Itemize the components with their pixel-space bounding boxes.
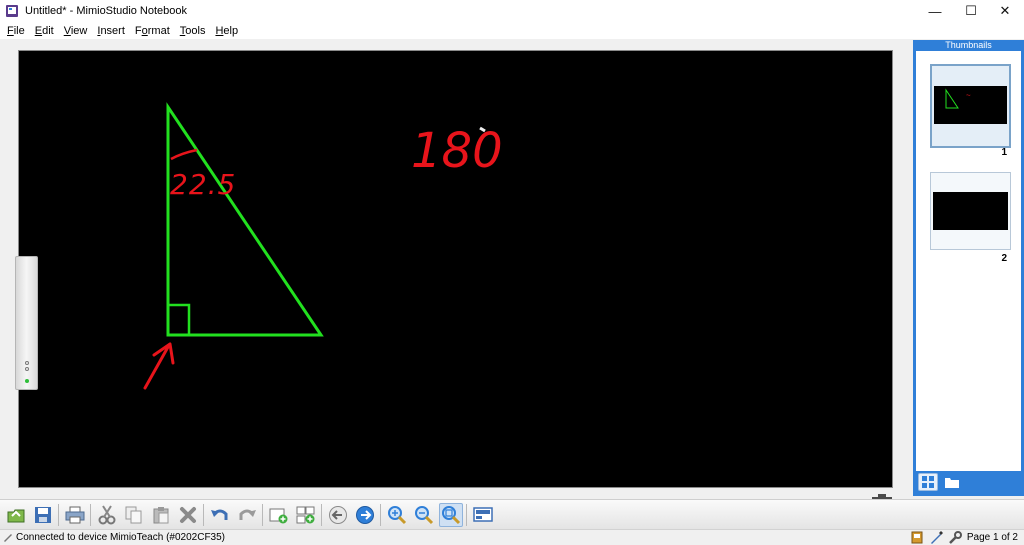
device-icon[interactable]: [910, 531, 924, 544]
folder-icon: [945, 477, 959, 488]
grid-icon: [922, 476, 934, 488]
triangle-shape[interactable]: [166, 102, 324, 337]
menu-file[interactable]: File: [2, 25, 30, 37]
close-button[interactable]: ✕: [988, 0, 1022, 22]
toolbar-separator: [262, 503, 263, 526]
maximize-button[interactable]: ☐: [954, 0, 988, 22]
thumbnail-number: 2: [1001, 253, 1007, 264]
title-bar: Untitled* - MimioStudio Notebook — ☐ ✕: [0, 0, 1024, 22]
angle-arc: [170, 148, 198, 161]
menu-tools[interactable]: Tools: [175, 25, 211, 37]
previous-page-icon: [328, 505, 347, 524]
app-icon: [6, 5, 18, 17]
toolbar-separator: [466, 503, 467, 526]
redo-icon: [239, 509, 256, 520]
connection-status: Connected to device MimioTeach (#0202CF3…: [16, 531, 225, 543]
menu-insert[interactable]: Insert: [92, 25, 130, 37]
notebook-canvas[interactable]: 22.5 180: [18, 50, 893, 488]
pen-status-icon: [4, 534, 12, 542]
print-icon: [65, 506, 84, 523]
menu-edit[interactable]: Edit: [30, 25, 59, 37]
pen-icon[interactable]: [929, 531, 943, 544]
toolbar-separator: [380, 503, 381, 526]
zoom-in-icon: [387, 505, 406, 524]
thumbnail-number: 1: [1001, 147, 1007, 158]
settings-wrench-icon[interactable]: [948, 531, 962, 544]
thumbnail-preview: ~: [934, 86, 1007, 124]
delete-button[interactable]: [176, 503, 200, 527]
cut-icon: [98, 504, 115, 524]
toolbar-separator: [203, 503, 204, 526]
new-page-button[interactable]: [267, 503, 291, 527]
drawer-handle[interactable]: [15, 256, 38, 390]
cut-button[interactable]: [95, 503, 119, 527]
menu-view[interactable]: View: [59, 25, 93, 37]
window-title: Untitled* - MimioStudio Notebook: [25, 5, 188, 17]
open-icon: [7, 509, 24, 522]
previous-page-button[interactable]: [326, 503, 350, 527]
duplicate-page-button[interactable]: [294, 503, 318, 527]
toolbar-separator: [90, 503, 91, 526]
thumbnail-page-2[interactable]: [930, 172, 1011, 250]
display-icon: [472, 506, 493, 522]
gallery-view-button[interactable]: [942, 473, 962, 491]
minimize-button[interactable]: —: [918, 0, 952, 22]
main-toolbar: [0, 499, 1024, 529]
paste-icon: [153, 506, 168, 523]
toolbar-separator: [321, 503, 322, 526]
undo-button[interactable]: [208, 503, 232, 527]
angle-label: 22.5: [170, 168, 236, 201]
right-angle-marker: [168, 303, 191, 335]
copy-icon: [125, 506, 141, 523]
work-area: 22.5 180: [0, 40, 912, 525]
thumbnails-header: Thumbnails: [916, 40, 1021, 51]
handle-dot: [25, 367, 29, 371]
thumbnails-footer: [916, 471, 1021, 493]
display-button[interactable]: [471, 503, 495, 527]
next-page-icon: [355, 505, 374, 524]
thumbnail-preview: [933, 192, 1008, 230]
status-bar: Connected to device MimioTeach (#0202CF3…: [0, 529, 1024, 544]
save-button[interactable]: [31, 503, 55, 527]
arrow-annotation: [143, 342, 175, 390]
page-indicator: Page 1 of 2: [966, 532, 1018, 543]
zoom-out-icon: [414, 505, 433, 524]
toolbar-separator: [58, 503, 59, 526]
canvas-drawing: 22.5 180: [143, 102, 503, 390]
zoom-in-button[interactable]: [385, 503, 409, 527]
status-dot: [25, 379, 29, 383]
paste-button[interactable]: [149, 503, 173, 527]
copy-button[interactable]: [122, 503, 146, 527]
thumbnail-page-1[interactable]: ~: [930, 64, 1011, 148]
print-button[interactable]: [63, 503, 87, 527]
menu-bar: File Edit View Insert Format Tools Help: [0, 22, 1024, 39]
zoom-fit-icon: [441, 505, 460, 524]
open-button[interactable]: [4, 503, 28, 527]
new-page-icon: [269, 508, 287, 523]
zoom-out-button[interactable]: [412, 503, 436, 527]
thumbnail-view-button[interactable]: [918, 473, 938, 491]
menu-help[interactable]: Help: [210, 25, 243, 37]
undo-icon: [210, 509, 227, 520]
redo-button[interactable]: [235, 503, 259, 527]
delete-icon: [179, 506, 196, 523]
handwritten-note: 180: [411, 123, 503, 179]
menu-format[interactable]: Format: [130, 25, 175, 37]
svg-text:~: ~: [966, 91, 971, 100]
thumbnails-panel: Thumbnails ~ 1 2: [913, 40, 1024, 496]
next-page-button[interactable]: [353, 503, 377, 527]
save-icon: [34, 506, 51, 523]
handle-dot: [25, 361, 29, 365]
status-right: Page 1 of 2: [910, 530, 1018, 545]
duplicate-page-icon: [296, 506, 314, 523]
zoom-fit-button[interactable]: [438, 502, 463, 527]
